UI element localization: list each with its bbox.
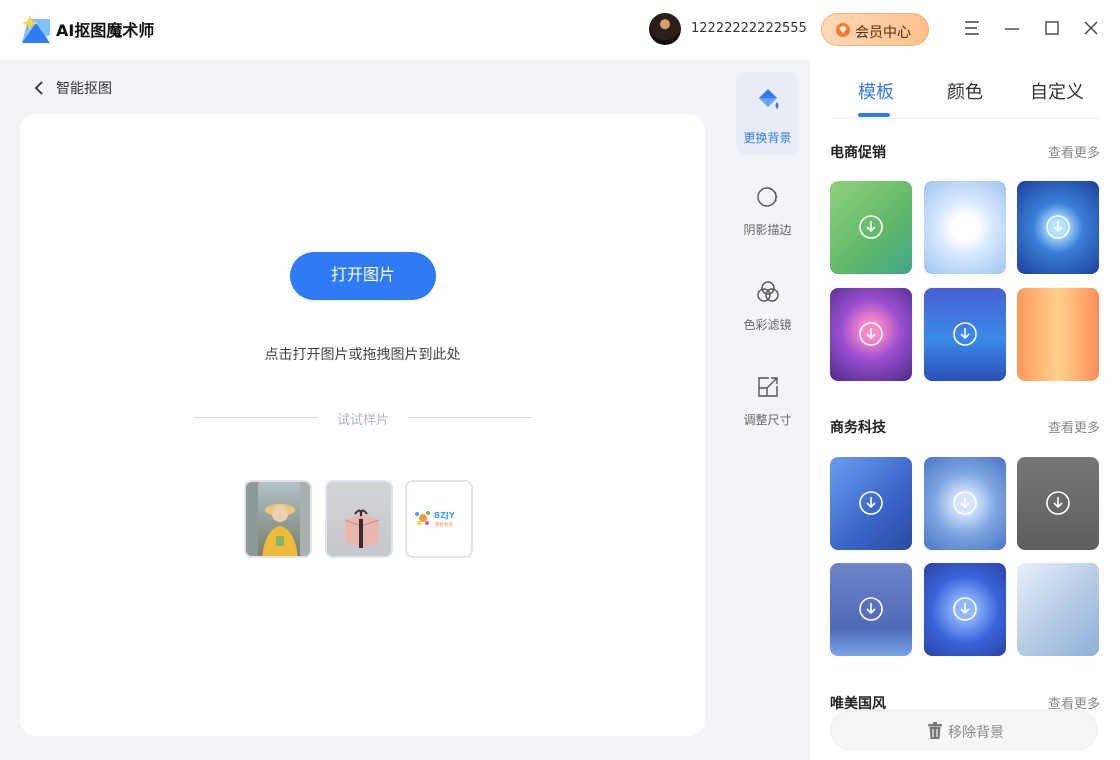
template-item[interactable] [1017, 563, 1099, 656]
sample-gift-box[interactable] [325, 480, 393, 558]
tool-label-color-filter: 色彩滤镜 [743, 318, 792, 332]
maximize-icon[interactable] [1040, 16, 1064, 40]
diamond-icon [836, 23, 850, 37]
download-icon [1046, 491, 1070, 515]
download-icon [953, 491, 977, 515]
section-title-business-tech: 商务科技 [830, 420, 886, 436]
username[interactable]: 12222222222555 [691, 21, 807, 36]
app-logo-icon [22, 15, 50, 43]
shadow-outline-icon [757, 187, 778, 207]
tool-color-filter[interactable]: 色彩滤镜 [736, 265, 799, 348]
divider-line-right [408, 417, 532, 418]
samples-divider: 试试样片 [194, 408, 532, 428]
tool-shadow-outline[interactable]: 阴影描边 [736, 170, 799, 253]
open-image-button[interactable]: 打开图片 [290, 252, 436, 300]
view-more-business-tech[interactable]: 查看更多 [1048, 417, 1100, 436]
vip-center-button[interactable]: 会员中心 [821, 13, 929, 46]
menu-icon[interactable] [960, 16, 984, 40]
tab-templates[interactable]: 模板 [858, 78, 894, 104]
template-item[interactable] [830, 288, 912, 381]
download-icon [859, 597, 883, 621]
template-item[interactable] [830, 457, 912, 550]
view-more-ecommerce[interactable]: 查看更多 [1048, 142, 1100, 161]
tab-colors[interactable]: 颜色 [947, 78, 983, 104]
template-panel: 模板 颜色 自定义 电商促销 查看更多 商务科技 查看更多 唯美国风 查看更多 [810, 60, 1120, 760]
tool-label-shadow-outline: 阴影描边 [743, 223, 792, 237]
breadcrumb[interactable]: 智能抠图 [56, 78, 112, 98]
avatar[interactable] [649, 13, 681, 45]
template-item[interactable] [1017, 288, 1099, 381]
template-item[interactable] [830, 563, 912, 656]
trash-icon [928, 722, 942, 739]
active-tab-indicator [858, 113, 890, 117]
template-item[interactable] [924, 181, 1006, 274]
close-icon[interactable] [1079, 16, 1103, 40]
remove-background-button[interactable]: 移除背景 [830, 710, 1098, 750]
download-icon [859, 491, 883, 515]
template-item[interactable] [1017, 457, 1099, 550]
tabs-divider [830, 118, 1100, 119]
tool-change-background[interactable]: 更换背景 [736, 72, 799, 155]
tool-label-resize: 调整尺寸 [743, 413, 792, 427]
color-filter-icon [757, 281, 779, 302]
sample-portrait[interactable] [244, 480, 312, 558]
paint-bucket-icon [759, 89, 779, 109]
template-item[interactable] [924, 457, 1006, 550]
resize-icon [758, 377, 778, 397]
template-item[interactable] [1017, 181, 1099, 274]
template-item[interactable] [830, 181, 912, 274]
gift-box-thumbnail [344, 509, 380, 548]
download-icon [859, 322, 883, 346]
tool-rail: 更换背景 阴影描边 色彩滤镜 调整尺寸 [728, 60, 810, 760]
logo-sample-sub: 帮智有易 [435, 521, 453, 528]
app-title: AI抠图魔术师 [56, 21, 155, 40]
logo-thumbnail: BZJY 帮智有易 [415, 511, 455, 528]
section-title-ecommerce: 电商促销 [830, 145, 886, 161]
remove-background-label: 移除背景 [948, 725, 1004, 741]
drop-hint: 点击打开图片或拖拽图片到此处 [264, 347, 461, 363]
sample-logo[interactable]: BZJY 帮智有易 [405, 480, 473, 558]
download-icon [1046, 215, 1070, 239]
vip-center-label: 会员中心 [855, 25, 911, 41]
logo-sample-brand: BZJY [434, 511, 455, 520]
template-item[interactable] [924, 563, 1006, 656]
template-item[interactable] [924, 288, 1006, 381]
minimize-icon[interactable] [1000, 16, 1024, 40]
tool-resize[interactable]: 调整尺寸 [736, 360, 799, 443]
tab-custom[interactable]: 自定义 [1030, 78, 1084, 104]
back-arrow-icon[interactable] [33, 80, 47, 96]
title-bar: AI抠图魔术师 12222222222555 会员中心 [0, 0, 1120, 60]
download-icon [953, 322, 977, 346]
portrait-thumbnail [246, 482, 310, 556]
tool-label-change-background: 更换背景 [743, 131, 792, 145]
image-drop-area[interactable]: 打开图片 点击打开图片或拖拽图片到此处 试试样片 BZJY 帮智有易 [20, 114, 705, 736]
download-icon [859, 215, 883, 239]
samples-label: 试试样片 [336, 413, 389, 428]
download-icon [953, 597, 977, 621]
